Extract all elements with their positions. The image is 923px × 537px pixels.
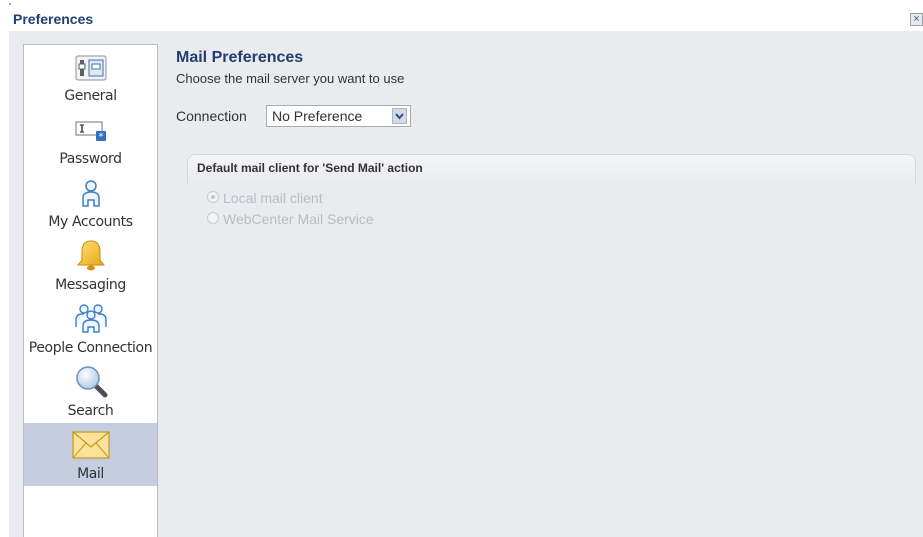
sidebar-item-my-accounts[interactable]: My Accounts (24, 171, 157, 234)
radio-button[interactable] (207, 191, 219, 203)
envelope-icon (71, 431, 110, 459)
sidebar-item-mail[interactable]: Mail (24, 423, 157, 486)
radio-button[interactable] (207, 212, 219, 224)
close-icon[interactable]: × (910, 13, 923, 26)
connection-select-value: No Preference (272, 108, 363, 124)
connection-select[interactable]: No Preference (266, 105, 411, 127)
magnifier-icon (75, 366, 107, 398)
sidebar-item-label: Password (59, 151, 122, 167)
sidebar-item-label: General (64, 88, 117, 104)
sidebar-item-label: Mail (77, 466, 104, 482)
user-account-icon (81, 180, 100, 207)
sidebar-item-label: My Accounts (48, 214, 133, 230)
page-subtitle: Choose the mail server you want to use (176, 71, 405, 86)
general-settings-icon (75, 55, 106, 81)
sidebar-item-label: Messaging (55, 277, 126, 293)
group-header: Default mail client for 'Send Mail' acti… (197, 161, 423, 175)
sidebar-item-general[interactable]: General (24, 45, 157, 108)
sidebar-item-label: People Connection (28, 340, 153, 356)
sidebar-item-messaging[interactable]: Messaging (24, 234, 157, 297)
people-group-icon (74, 304, 107, 333)
radio-label: Local mail client (223, 190, 323, 206)
connection-label: Connection (176, 108, 247, 124)
page-title: Mail Preferences (176, 49, 304, 66)
sidebar-item-label: Search (67, 403, 114, 419)
radio-label: WebCenter Mail Service (223, 211, 374, 227)
sidebar-item-password[interactable]: * Password (24, 108, 157, 171)
sidebar-nav: General * Password My Accounts Messaging… (23, 44, 158, 537)
svg-text:*: * (98, 132, 103, 143)
sidebar-item-search[interactable]: Search (24, 360, 157, 423)
window-corner-mark (9, 3, 11, 5)
dialog-title: Preferences (13, 11, 94, 27)
bell-icon (76, 240, 105, 271)
sidebar-item-people-connection[interactable]: People Connection (24, 297, 157, 360)
password-field-icon: * (75, 121, 106, 143)
chevron-down-icon[interactable] (392, 108, 407, 124)
